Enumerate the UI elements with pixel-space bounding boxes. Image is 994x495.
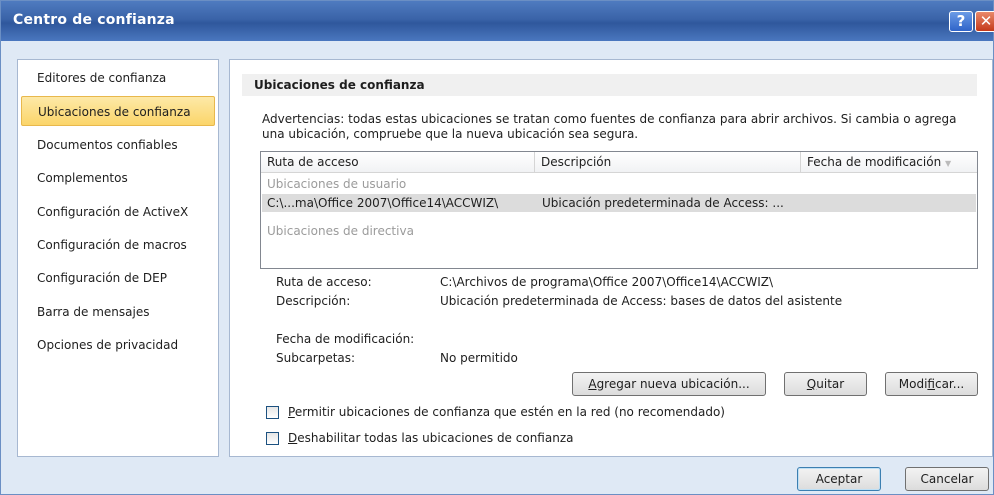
sidebar-item-activex[interactable]: Configuración de ActiveX <box>21 197 215 227</box>
description-value: Ubicación predeterminada de Access: base… <box>440 294 843 308</box>
sidebar-item-message-bar[interactable]: Barra de mensajes <box>21 297 215 327</box>
close-icon[interactable]: ✕ <box>975 11 994 32</box>
locations-list[interactable]: Ruta de acceso Descripción Fecha de modi… <box>260 151 978 269</box>
accelerator-key: f <box>927 377 935 391</box>
dialog-body: Editores de confianza Ubicaciones de con… <box>7 45 993 494</box>
subfolders-value: No permitido <box>440 351 518 365</box>
cancel-button[interactable]: Cancelar <box>905 467 989 491</box>
accelerator-key: P <box>288 405 295 419</box>
row-path: C:\...ma\Office 2007\Office14\ACCWIZ\ <box>267 196 499 210</box>
table-row[interactable]: C:\...ma\Office 2007\Office14\ACCWIZ\ Ub… <box>262 194 976 212</box>
title-bar: Centro de confianza ? ✕ <box>1 1 994 41</box>
sidebar-item-label: Ubicaciones de confianza <box>38 105 191 119</box>
sidebar-item-label: Barra de mensajes <box>37 305 150 319</box>
remove-button[interactable]: Quitar <box>784 372 867 396</box>
trust-center-dialog: Centro de confianza ? ✕ Editores de conf… <box>0 0 994 495</box>
disable-all-locations-label[interactable]: Deshabilitar todas las ubicaciones de co… <box>288 431 573 445</box>
button-label: Modi <box>898 377 928 391</box>
group-user-locations: Ubicaciones de usuario <box>267 177 407 191</box>
column-header-date[interactable]: Fecha de modificación ▼ <box>801 152 977 173</box>
sort-arrow-icon: ▼ <box>945 159 952 168</box>
ok-button[interactable]: Aceptar <box>797 467 881 491</box>
disable-all-locations-checkbox[interactable] <box>266 432 279 445</box>
window-title: Centro de confianza <box>13 12 175 28</box>
sidebar-item-trusted-publishers[interactable]: Editores de confianza <box>21 63 215 93</box>
sidebar-item-label: Documentos confiables <box>37 138 178 152</box>
date-label: Fecha de modificación: <box>276 332 415 346</box>
checkbox-label: eshabilitar todas las ubicaciones de con… <box>297 431 574 445</box>
column-label: Fecha de modificación <box>807 155 942 169</box>
button-label: gregar nueva ubicación... <box>596 377 750 391</box>
sidebar-item-label: Configuración de ActiveX <box>37 205 189 219</box>
warning-text: Advertencias: todas estas ubicaciones se… <box>262 112 957 141</box>
sidebar-item-trusted-locations[interactable]: Ubicaciones de confianza <box>21 96 215 126</box>
column-label: Ruta de acceso <box>267 155 359 169</box>
allow-network-locations-checkbox[interactable] <box>266 406 279 419</box>
row-description: Ubicación predeterminada de Access: ... <box>542 196 784 210</box>
column-label: Descripción <box>541 155 612 169</box>
sidebar-item-macros[interactable]: Configuración de macros <box>21 230 215 260</box>
sidebar-item-label: Configuración de macros <box>37 238 187 252</box>
section-title: Ubicaciones de confianza <box>242 74 977 96</box>
subfolders-label: Subcarpetas: <box>276 351 356 365</box>
column-header-description[interactable]: Descripción <box>535 152 801 173</box>
accelerator-key: Q <box>806 377 817 391</box>
sidebar-item-trusted-documents[interactable]: Documentos confiables <box>21 130 215 160</box>
sidebar-item-label: Editores de confianza <box>37 71 167 85</box>
path-label: Ruta de acceso: <box>276 275 372 289</box>
column-header-path[interactable]: Ruta de acceso <box>261 152 535 173</box>
description-label: Descripción: <box>276 294 351 308</box>
accelerator-key: D <box>288 431 298 445</box>
add-location-button[interactable]: Agregar nueva ubicación... <box>572 372 766 396</box>
sidebar-item-label: Complementos <box>37 171 128 185</box>
help-icon[interactable]: ? <box>949 11 973 32</box>
accelerator-key: A <box>588 377 597 391</box>
sidebar-item-dep[interactable]: Configuración de DEP <box>21 263 215 293</box>
sidebar-item-label: Configuración de DEP <box>37 271 167 285</box>
modify-button[interactable]: Modificar... <box>885 372 978 396</box>
checkbox-label: ermitir ubicaciones de confianza que est… <box>294 405 725 419</box>
group-policy-locations: Ubicaciones de directiva <box>267 224 414 238</box>
path-value: C:\Archivos de programa\Office 2007\Offi… <box>440 275 774 289</box>
button-label: icar... <box>934 377 965 391</box>
sidebar-nav: Editores de confianza Ubicaciones de con… <box>17 59 219 457</box>
sidebar-item-privacy[interactable]: Opciones de privacidad <box>21 330 215 360</box>
sidebar-item-label: Opciones de privacidad <box>37 338 179 352</box>
allow-network-locations-label[interactable]: Permitir ubicaciones de confianza que es… <box>288 405 725 419</box>
button-label: uitar <box>816 377 845 391</box>
sidebar-item-addins[interactable]: Complementos <box>21 163 215 193</box>
main-panel: Ubicaciones de confianza Advertencias: t… <box>229 59 993 457</box>
